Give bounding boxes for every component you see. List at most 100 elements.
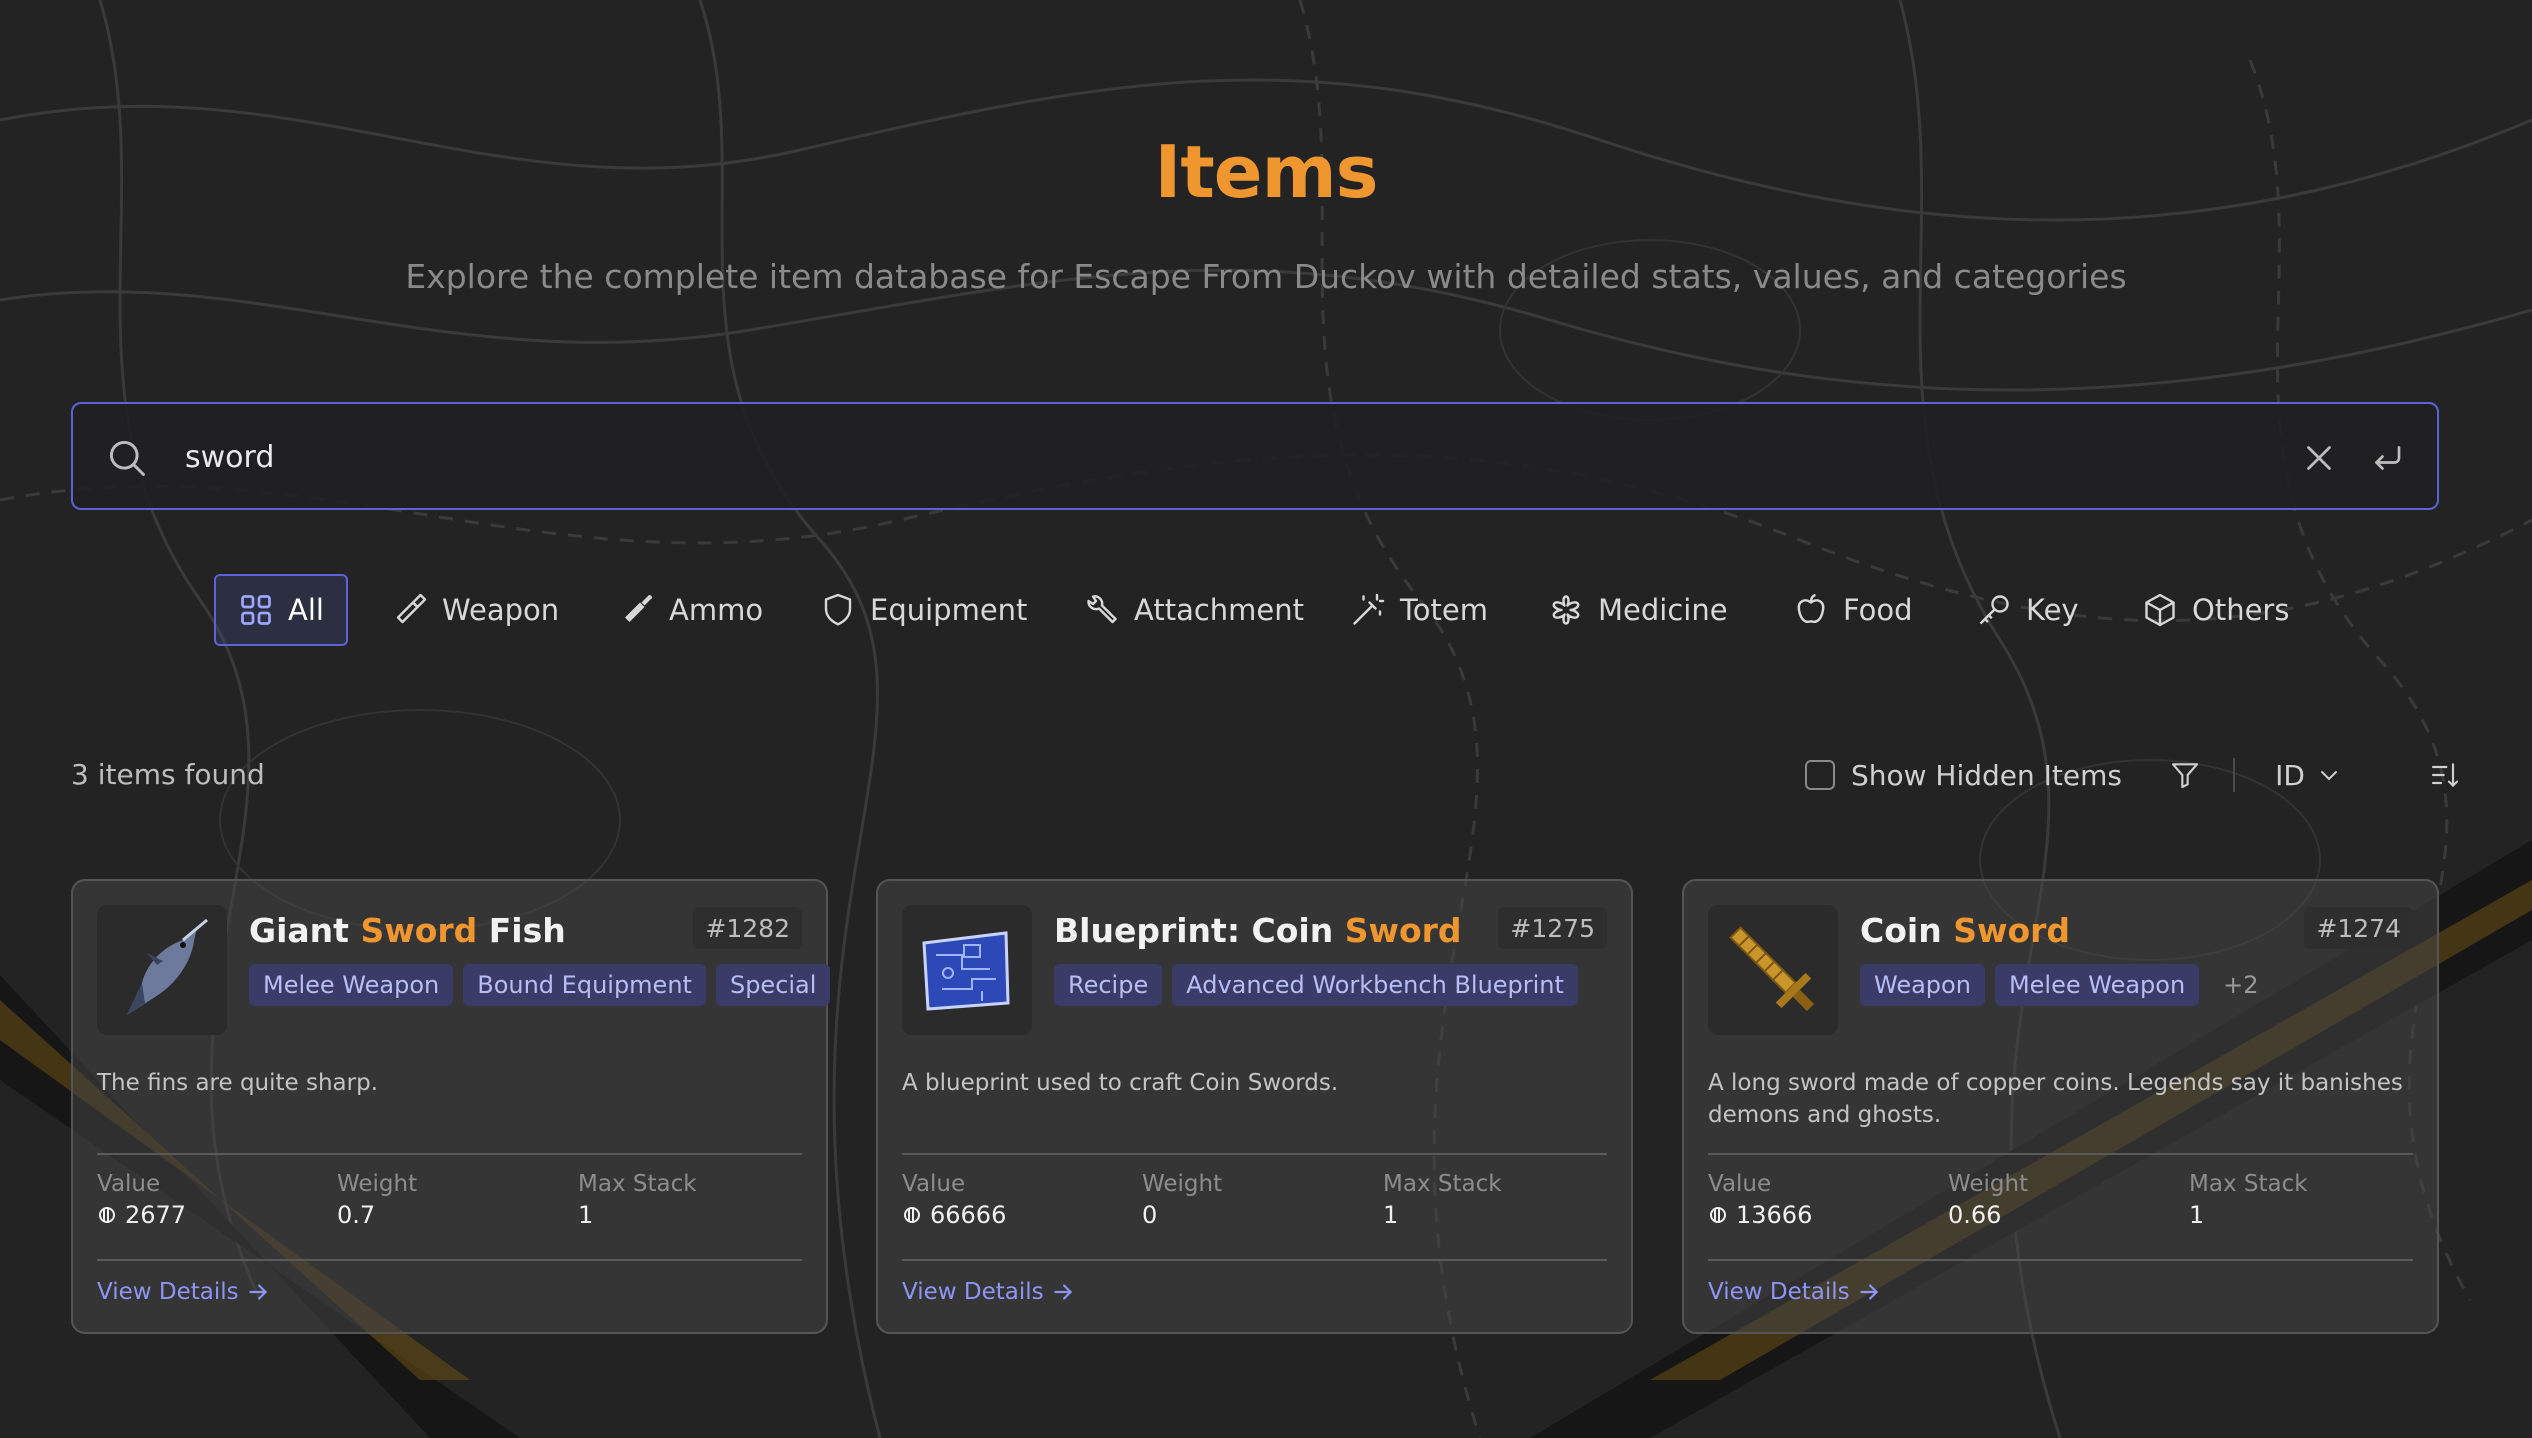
search-highlight: Sword bbox=[360, 911, 478, 950]
stat-value: Value 13666 bbox=[1708, 1171, 1813, 1229]
stat-max-stack: Max Stack 1 bbox=[1383, 1171, 1502, 1229]
toolbar-divider bbox=[2233, 758, 2235, 792]
item-thumbnail bbox=[902, 905, 1032, 1035]
key-icon bbox=[1979, 595, 2009, 625]
item-tag[interactable]: Special bbox=[715, 964, 831, 1006]
blueprint-icon bbox=[922, 931, 1010, 1011]
tab-key[interactable]: Key bbox=[1964, 574, 2091, 646]
item-thumbnail bbox=[97, 905, 227, 1035]
stat-max-stack: Max Stack 1 bbox=[2189, 1171, 2308, 1229]
search-input[interactable] bbox=[185, 428, 2285, 486]
divider bbox=[902, 1153, 1607, 1155]
item-tag[interactable]: Bound Equipment bbox=[463, 964, 706, 1006]
bullet-icon bbox=[625, 595, 652, 622]
more-tags-badge[interactable]: +2 bbox=[2209, 964, 2272, 1006]
grid-icon bbox=[241, 595, 271, 625]
arrow-right-icon bbox=[1053, 1284, 1072, 1300]
weapon-icon bbox=[396, 593, 427, 624]
tab-all[interactable]: All bbox=[214, 574, 348, 646]
box-icon bbox=[2145, 593, 2175, 627]
tab-label: Food bbox=[1843, 593, 1913, 627]
wand-icon bbox=[1353, 593, 1385, 625]
divider bbox=[97, 1259, 802, 1261]
stat-value: Value 66666 bbox=[902, 1171, 1007, 1229]
tab-weapon[interactable]: Weapon bbox=[380, 574, 571, 646]
tab-others[interactable]: Others bbox=[2130, 574, 2301, 646]
item-id-badge: #1282 bbox=[693, 907, 802, 949]
item-card[interactable]: Coin Sword #1274 Weapon Melee Weapon +2 … bbox=[1682, 879, 2439, 1334]
tab-equipment[interactable]: Equipment bbox=[808, 574, 1039, 646]
close-icon[interactable] bbox=[2301, 440, 2337, 476]
tab-label: Totem bbox=[1400, 593, 1488, 627]
sort-direction-icon[interactable] bbox=[2429, 759, 2461, 791]
medicine-icon bbox=[1552, 595, 1580, 625]
item-name: Giant Sword Fish bbox=[249, 911, 566, 950]
item-tag[interactable]: Recipe bbox=[1054, 964, 1163, 1006]
search-highlight: Sword bbox=[1344, 911, 1462, 950]
view-details-link[interactable]: View Details bbox=[97, 1279, 271, 1305]
stat-value: Value 2677 bbox=[97, 1171, 187, 1229]
arrow-right-icon bbox=[1859, 1284, 1878, 1300]
item-tag[interactable]: Advanced Workbench Blueprint bbox=[1172, 964, 1578, 1006]
currency-icon bbox=[99, 1207, 115, 1223]
tab-label: All bbox=[288, 593, 324, 627]
tab-medicine[interactable]: Medicine bbox=[1536, 574, 1740, 646]
tab-label: Attachment bbox=[1134, 593, 1305, 627]
item-tag[interactable]: Weapon bbox=[1860, 964, 1985, 1006]
coin-sword-icon bbox=[1729, 926, 1815, 1012]
filter-icon[interactable] bbox=[2169, 759, 2201, 791]
tab-ammo[interactable]: Ammo bbox=[607, 574, 775, 646]
tab-label: Weapon bbox=[442, 593, 560, 627]
item-description: The fins are quite sharp. bbox=[97, 1070, 379, 1096]
currency-icon bbox=[904, 1207, 920, 1223]
item-card[interactable]: Blueprint: Coin Sword #1275 Recipe Advan… bbox=[876, 879, 1633, 1334]
chevron-down-icon bbox=[2321, 771, 2337, 781]
sort-select-value: ID bbox=[2275, 758, 2305, 792]
item-id-badge: #1274 bbox=[2304, 907, 2413, 949]
search-bar bbox=[71, 402, 2439, 510]
sort-select[interactable]: ID bbox=[2275, 750, 2341, 800]
divider bbox=[97, 1153, 802, 1155]
enter-icon[interactable] bbox=[2369, 440, 2405, 476]
apple-icon bbox=[1797, 593, 1825, 623]
wrench-icon bbox=[1087, 595, 1117, 624]
arrow-right-icon bbox=[248, 1284, 267, 1300]
tab-label: Medicine bbox=[1598, 593, 1728, 627]
show-hidden-checkbox[interactable] bbox=[1804, 760, 1835, 790]
item-name: Coin Sword bbox=[1860, 911, 2071, 950]
stat-weight: Weight 0.7 bbox=[337, 1171, 418, 1229]
view-details-link[interactable]: View Details bbox=[1708, 1279, 1882, 1305]
tab-totem[interactable]: Totem bbox=[1338, 574, 1500, 646]
item-tags: Recipe Advanced Workbench Blueprint bbox=[1054, 964, 1578, 1006]
stat-weight: Weight 0.66 bbox=[1948, 1171, 2029, 1229]
show-hidden-label: Show Hidden Items bbox=[1850, 758, 2122, 792]
search-highlight: Sword bbox=[1953, 911, 2071, 950]
divider bbox=[1708, 1259, 2413, 1261]
page-title: Items bbox=[1154, 130, 1379, 214]
search-icon bbox=[109, 440, 145, 476]
stat-max-stack: Max Stack 1 bbox=[578, 1171, 697, 1229]
view-details-link[interactable]: View Details bbox=[902, 1279, 1076, 1305]
item-tags: Weapon Melee Weapon +2 bbox=[1860, 964, 2273, 1006]
item-name: Blueprint: Coin Sword bbox=[1054, 911, 1462, 950]
page-subtitle: Explore the complete item database for E… bbox=[405, 257, 2127, 296]
item-tag[interactable]: Melee Weapon bbox=[1994, 964, 2200, 1006]
divider bbox=[902, 1259, 1607, 1261]
item-card[interactable]: Giant Sword Fish #1282 Melee Weapon Boun… bbox=[71, 879, 831, 1334]
shield-icon bbox=[824, 593, 852, 626]
tab-food[interactable]: Food bbox=[1781, 574, 1925, 646]
tab-label: Ammo bbox=[669, 593, 764, 627]
results-count: 3 items found bbox=[71, 758, 265, 791]
show-hidden-toggle[interactable]: Show Hidden Items bbox=[1804, 750, 2122, 800]
divider bbox=[1708, 1153, 2413, 1155]
item-tags: Melee Weapon Bound Equipment Special bbox=[249, 964, 831, 1006]
stat-weight: Weight 0 bbox=[1142, 1171, 1223, 1229]
item-tag[interactable]: Melee Weapon bbox=[249, 964, 454, 1006]
tab-attachment[interactable]: Attachment bbox=[1072, 574, 1316, 646]
item-id-badge: #1275 bbox=[1498, 907, 1607, 949]
currency-icon bbox=[1710, 1207, 1726, 1223]
item-description: A long sword made of copper coins. Legen… bbox=[1708, 1070, 2403, 1128]
tab-label: Others bbox=[2192, 593, 2290, 627]
item-description: A blueprint used to craft Coin Swords. bbox=[902, 1070, 1339, 1096]
tab-label: Key bbox=[2026, 593, 2079, 627]
